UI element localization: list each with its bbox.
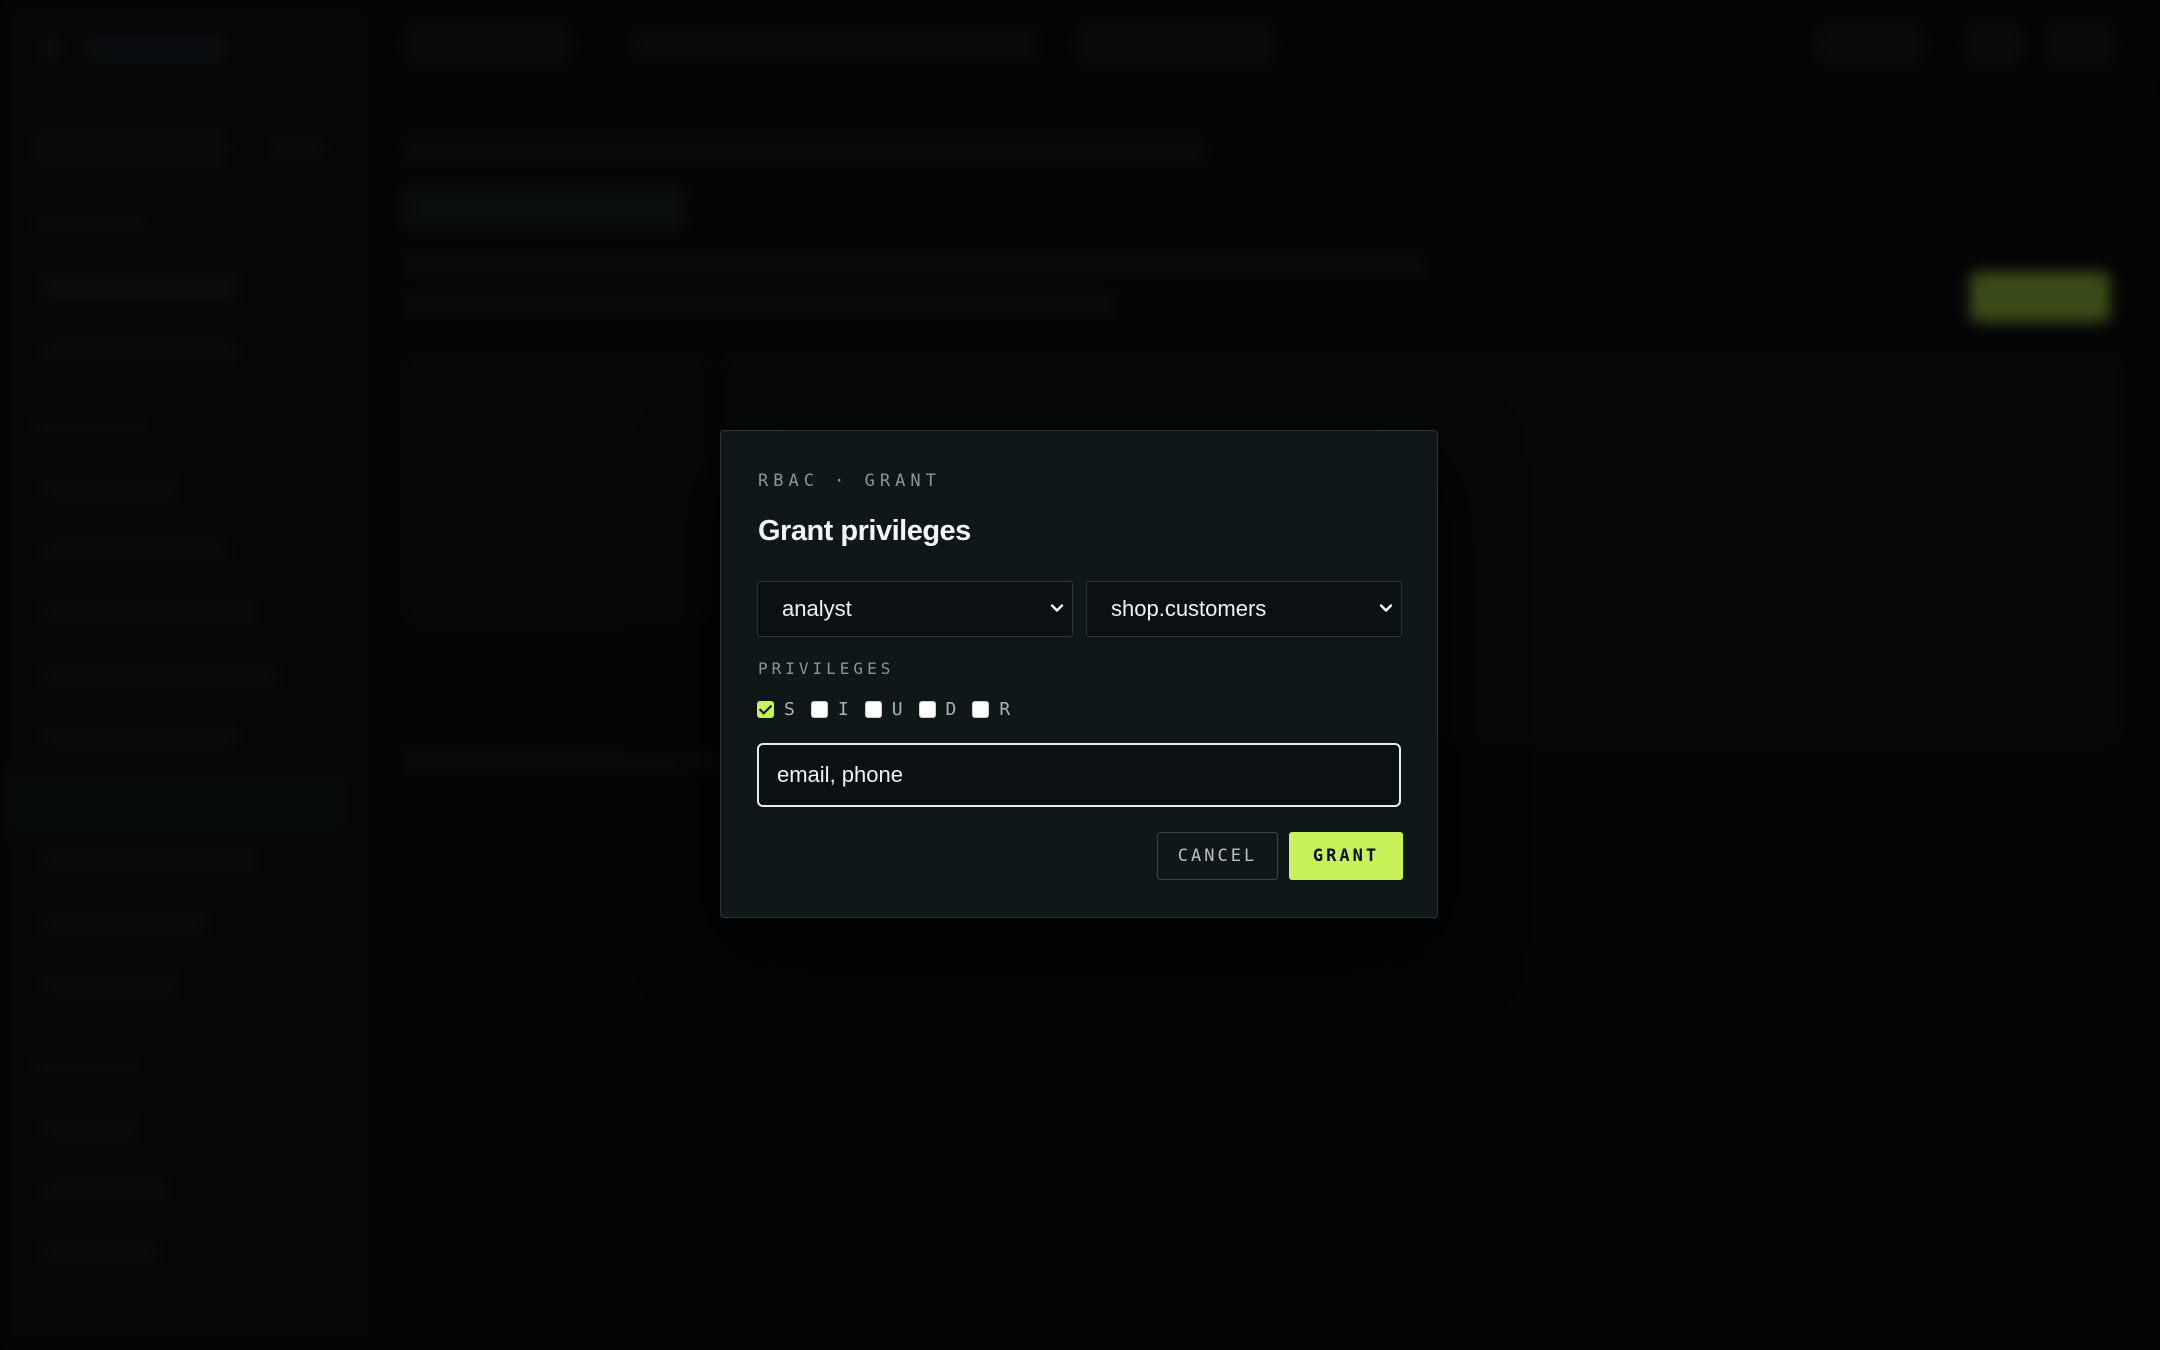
grant-button[interactable]: GRANT xyxy=(1289,832,1403,880)
privilege-insert-label: I xyxy=(837,699,849,720)
privilege-update-label: U xyxy=(891,699,903,720)
privileges-label: PRIVILEGES xyxy=(758,659,895,678)
privileges-checkbox-group: S I U D R xyxy=(757,699,1026,720)
chevron-down-icon xyxy=(1379,604,1393,612)
privilege-delete[interactable]: D xyxy=(918,699,957,720)
privilege-select[interactable]: S xyxy=(757,699,795,720)
grant-privileges-dialog: RBAC · GRANT Grant privileges analyst sh… xyxy=(720,430,1438,918)
privilege-select-label: S xyxy=(784,699,795,720)
checkbox-select[interactable] xyxy=(757,701,774,718)
dialog-eyebrow: RBAC · GRANT xyxy=(758,471,941,491)
privilege-delete-label: D xyxy=(945,699,957,720)
checkbox-delete[interactable] xyxy=(918,701,936,718)
role-select-value: analyst xyxy=(782,596,852,621)
privilege-r[interactable]: R xyxy=(972,699,1010,720)
columns-input[interactable] xyxy=(757,743,1401,807)
privilege-insert[interactable]: I xyxy=(810,699,849,720)
role-select[interactable]: analyst xyxy=(757,581,1073,637)
chevron-down-icon xyxy=(1050,604,1064,612)
dialog-title: Grant privileges xyxy=(758,515,971,547)
checkbox-r[interactable] xyxy=(972,701,990,718)
privilege-r-label: R xyxy=(999,699,1011,720)
privilege-update[interactable]: U xyxy=(864,699,903,720)
checkbox-insert[interactable] xyxy=(810,701,828,718)
checkbox-update[interactable] xyxy=(864,701,882,718)
table-select-value: shop.customers xyxy=(1111,596,1267,621)
table-select[interactable]: shop.customers xyxy=(1086,581,1402,637)
cancel-button[interactable]: CANCEL xyxy=(1157,832,1278,880)
